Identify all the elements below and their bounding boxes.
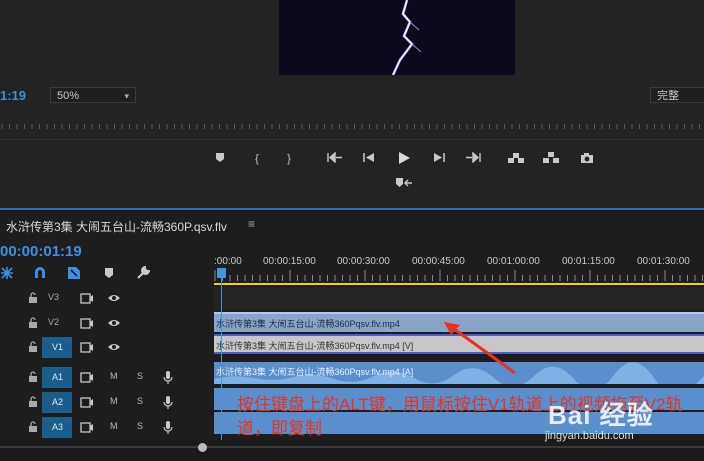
lock-icon[interactable] (27, 341, 39, 353)
microphone-icon[interactable] (163, 420, 173, 435)
monitor-time-ruler[interactable] (0, 118, 704, 130)
solo-button[interactable]: S (137, 371, 143, 381)
annotation-arrow-icon (444, 322, 516, 375)
step-forward-icon[interactable] (430, 151, 448, 167)
button-editor-icon[interactable] (395, 176, 413, 192)
track-name: V2 (48, 317, 60, 327)
mute-button[interactable]: M (110, 421, 118, 431)
solo-button[interactable]: S (137, 421, 143, 431)
source-patch-a1[interactable]: A1 (42, 367, 72, 388)
source-patch-v1[interactable]: V1 (42, 337, 72, 358)
timeline-ruler[interactable]: :00:00 00:00:15:00 00:00:30:00 00:00:45:… (214, 250, 704, 286)
playhead-line[interactable] (221, 268, 222, 448)
watermark-logo: Bai 经验 (548, 400, 654, 430)
toggle-sync-lock-icon[interactable] (80, 342, 94, 353)
ruler-label: 00:00:15:00 (263, 256, 316, 267)
microphone-icon[interactable] (163, 370, 173, 385)
lock-icon[interactable] (27, 371, 39, 383)
track-name: A2 (52, 397, 64, 407)
nest-sequence-icon[interactable] (0, 266, 14, 280)
panel-menu-icon[interactable]: ≡ (248, 217, 255, 231)
linked-selection-icon[interactable] (67, 266, 81, 280)
microphone-icon[interactable] (163, 395, 173, 410)
zoom-value: 50% (57, 90, 80, 102)
ruler-label: 00:00:30:00 (337, 256, 390, 267)
eye-icon[interactable] (107, 293, 121, 303)
add-marker-icon[interactable] (102, 266, 116, 280)
wrench-icon[interactable] (136, 266, 150, 280)
step-back-icon[interactable] (360, 151, 378, 167)
export-frame-icon[interactable] (578, 151, 596, 167)
mark-out-icon[interactable]: } (280, 151, 298, 167)
toggle-sync-lock-icon[interactable] (80, 397, 94, 408)
eye-icon[interactable] (107, 318, 121, 328)
toggle-sync-lock-icon[interactable] (80, 293, 94, 304)
source-patch-a2[interactable]: A2 (42, 392, 72, 413)
clip-label: 水浒传第3集 大闹五台山-流畅360Pqsv.flv.mp4 [V] (216, 341, 414, 351)
track-header-a2[interactable]: A2 M S (0, 391, 212, 414)
ruler-ticks (214, 270, 703, 281)
lock-icon[interactable] (27, 292, 39, 304)
horizontal-scrollbar[interactable] (0, 440, 704, 461)
track-header-v2[interactable]: V2 (0, 312, 212, 335)
watermark-url: jingyan.baidu.com (545, 430, 634, 442)
monitor-timecode[interactable]: 1:19 (0, 88, 26, 103)
quality-value: 完整 (657, 90, 679, 102)
video-preview (279, 0, 515, 75)
playback-quality-dropdown[interactable]: 完整 (650, 87, 704, 103)
ruler-label: 00:01:30:00 (637, 256, 690, 267)
scroll-track[interactable] (0, 446, 704, 448)
timeline-timecode[interactable]: 00:00:01:19 (0, 243, 82, 260)
scroll-thumb[interactable] (198, 443, 207, 452)
lock-icon[interactable] (27, 421, 39, 433)
track-name: V3 (48, 292, 60, 302)
eye-icon[interactable] (107, 342, 121, 352)
zoom-dropdown[interactable]: 50% ▾ (50, 87, 136, 103)
mute-button[interactable]: M (110, 371, 118, 381)
ruler-label: 00:00:45:00 (412, 256, 465, 267)
go-to-in-icon[interactable] (326, 151, 344, 167)
lock-icon[interactable] (27, 317, 39, 329)
track-header-v1[interactable]: V1 (0, 336, 212, 359)
play-icon[interactable] (395, 150, 413, 166)
track-header-a3[interactable]: A3 M S (0, 416, 212, 439)
toggle-sync-lock-icon[interactable] (80, 372, 94, 383)
lock-icon[interactable] (27, 396, 39, 408)
monitor-divider (0, 139, 704, 140)
lift-icon[interactable] (507, 151, 525, 167)
ruler-label: 00:01:00:00 (487, 256, 540, 267)
track-lane-v3[interactable] (214, 287, 704, 310)
go-to-out-icon[interactable] (464, 151, 482, 167)
track-name: A3 (52, 422, 64, 432)
add-marker-icon[interactable] (211, 151, 229, 167)
extract-icon[interactable] (542, 151, 560, 167)
work-area-bar[interactable] (214, 283, 704, 285)
track-name: A1 (52, 372, 64, 382)
clip-label: 水浒传第3集 大闹五台山-流畅360Pqsv.flv.mp4 [A] (216, 367, 414, 377)
toggle-sync-lock-icon[interactable] (80, 422, 94, 433)
snap-icon[interactable] (33, 266, 47, 280)
mark-in-icon[interactable]: { (248, 151, 266, 167)
source-patch-a3[interactable]: A3 (42, 417, 72, 438)
tab-sequence[interactable]: 水浒传第3集 大闹五台山-流畅360P.qsv.flv (6, 218, 227, 235)
chevron-down-icon: ▾ (124, 91, 129, 101)
ruler-label: :00:00 (214, 256, 242, 267)
playhead-handle[interactable] (217, 268, 226, 278)
ruler-label: 00:01:15:00 (562, 256, 615, 267)
track-header-a1[interactable]: A1 M S (0, 366, 212, 389)
clip-label: 水浒传第3集 大闹五台山-流畅360Pqsv.flv.mp4 (216, 319, 400, 329)
track-name: V1 (52, 342, 64, 352)
track-header-v3[interactable]: V3 (0, 287, 212, 310)
solo-button[interactable]: S (137, 396, 143, 406)
mute-button[interactable]: M (110, 396, 118, 406)
toggle-sync-lock-icon[interactable] (80, 318, 94, 329)
